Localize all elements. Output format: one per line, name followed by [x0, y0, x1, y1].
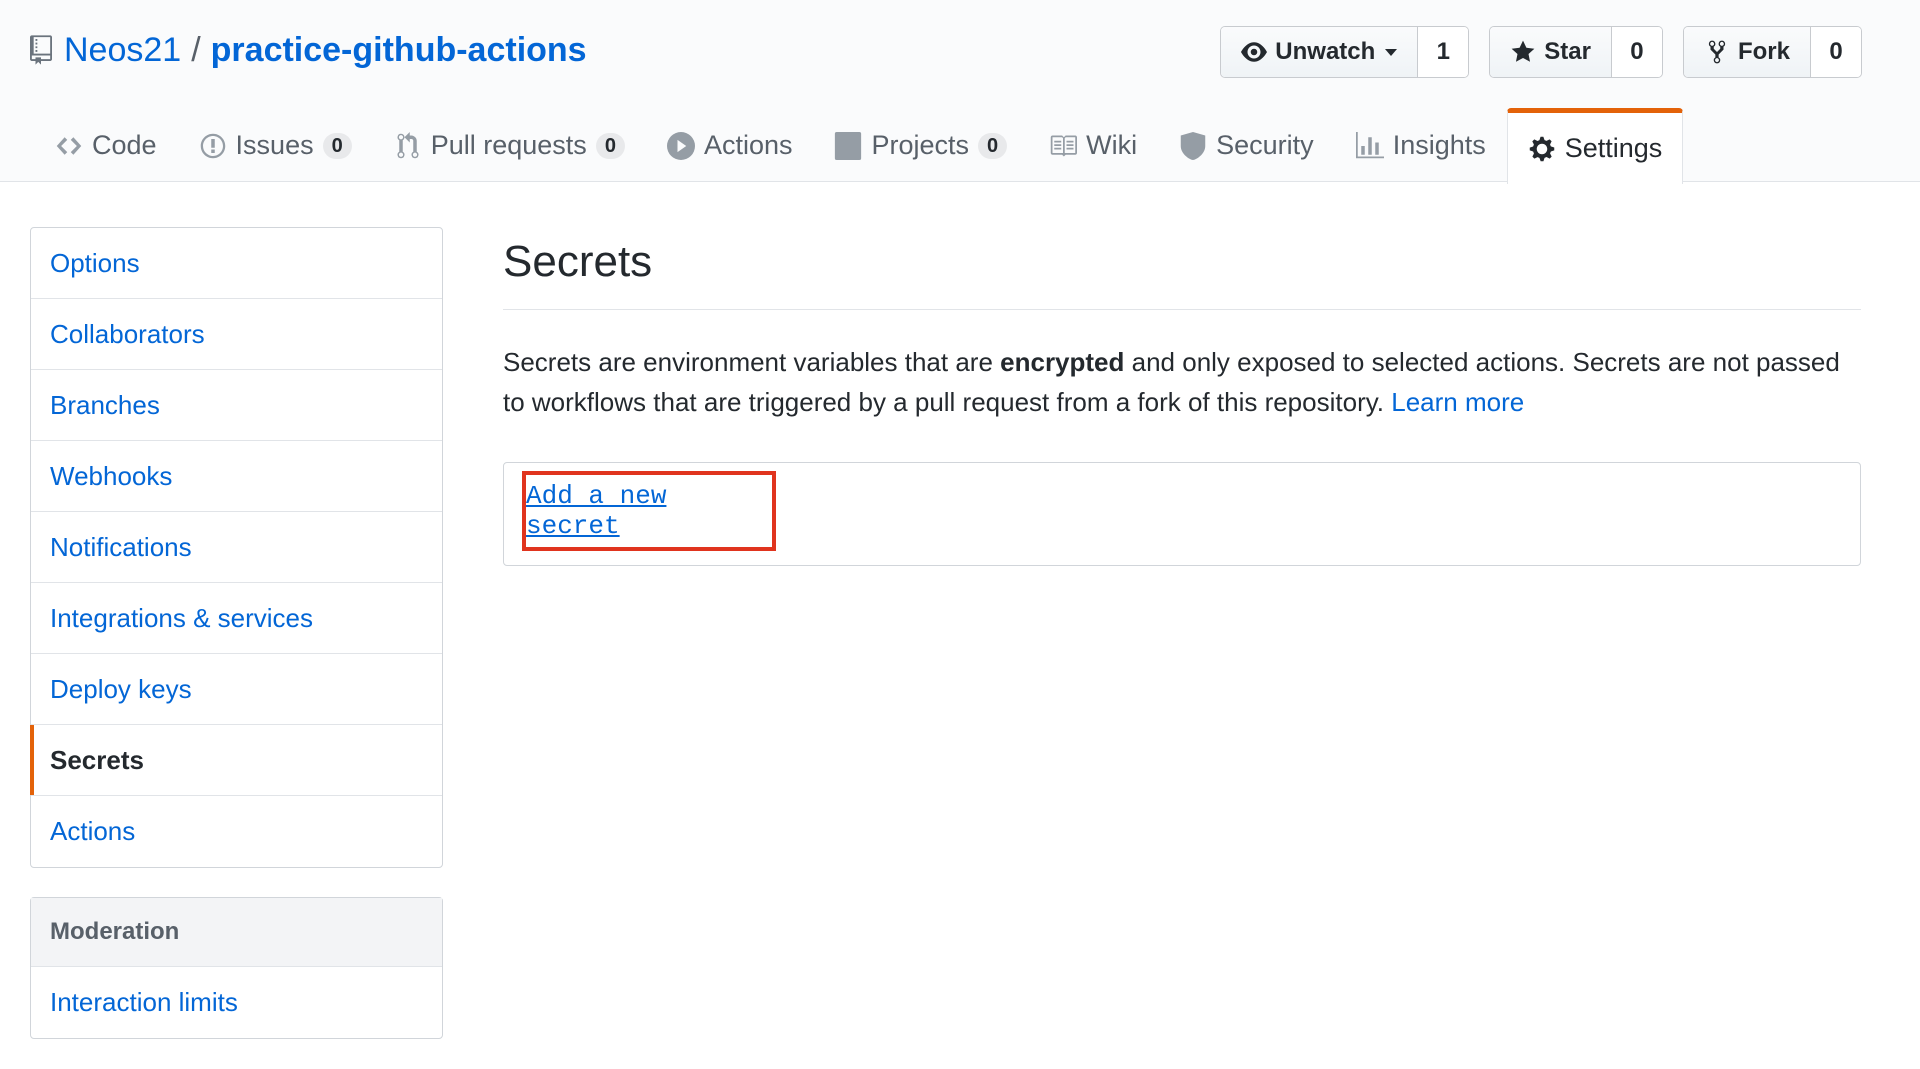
tab-pull-requests-label: Pull requests — [430, 130, 587, 160]
issues-counter: 0 — [322, 132, 352, 159]
sidebar-item-options[interactable]: Options — [31, 228, 442, 299]
chevron-down-icon — [1385, 48, 1398, 56]
sidebar-item-interaction-limits[interactable]: Interaction limits — [31, 967, 442, 1038]
star-count[interactable]: 0 — [1611, 27, 1662, 77]
tab-issues[interactable]: Issues 0 — [178, 107, 373, 183]
tab-actions-label: Actions — [703, 130, 793, 160]
moderation-menu: Moderation Interaction limits — [30, 897, 443, 1039]
repo-owner-link[interactable]: Neos21 — [64, 31, 181, 70]
tab-security[interactable]: Security — [1158, 107, 1335, 183]
repo-header: Neos21 / practice-github-actions Unwatch… — [0, 0, 1920, 184]
watch-group: Unwatch 1 — [1220, 26, 1470, 78]
tab-projects-label: Projects — [871, 130, 970, 160]
repo-title: Neos21 / practice-github-actions — [30, 28, 587, 72]
tab-security-label: Security — [1216, 130, 1314, 160]
pull-request-icon — [397, 131, 419, 158]
sidebar-item-actions[interactable]: Actions — [31, 796, 442, 867]
page-title: Secrets — [503, 237, 653, 286]
fork-group: Fork 0 — [1682, 26, 1862, 78]
repo-separator: / — [191, 30, 201, 69]
unwatch-label: Unwatch — [1275, 38, 1376, 65]
tab-pull-requests[interactable]: Pull requests 0 — [373, 107, 646, 183]
star-group: Star 0 — [1489, 26, 1663, 78]
fork-button[interactable]: Fork — [1683, 27, 1811, 77]
eye-icon — [1241, 42, 1268, 62]
description-text-1: Secrets are environment variables that a… — [503, 347, 1001, 377]
code-icon — [56, 136, 82, 155]
tab-insights[interactable]: Insights — [1335, 107, 1507, 183]
projects-counter: 0 — [978, 132, 1008, 159]
play-icon — [666, 131, 695, 160]
main-content: Secrets Secrets are environment variable… — [503, 230, 1861, 566]
add-new-secret-link[interactable]: Add a new secret — [526, 481, 772, 541]
repo-name-link[interactable]: practice-github-actions — [211, 31, 587, 70]
tab-settings-label: Settings — [1564, 133, 1663, 163]
watch-count[interactable]: 1 — [1418, 27, 1469, 77]
pull-requests-counter: 0 — [595, 132, 625, 159]
fork-count[interactable]: 0 — [1811, 27, 1861, 77]
secrets-box: Add a new secret — [503, 462, 1861, 566]
star-icon — [1511, 40, 1535, 62]
fork-label: Fork — [1737, 38, 1790, 65]
tab-code[interactable]: Code — [34, 107, 178, 183]
tab-issues-label: Issues — [235, 130, 314, 160]
sidebar-item-notifications[interactable]: Notifications — [31, 512, 442, 583]
fork-icon — [1708, 40, 1726, 64]
description-bold: encrypted — [1000, 347, 1125, 377]
sidebar-item-collaborators[interactable]: Collaborators — [31, 299, 442, 370]
gear-icon — [1529, 136, 1554, 161]
repo-icon — [30, 35, 52, 65]
issue-icon — [200, 133, 225, 158]
learn-more-link[interactable]: Learn more — [1391, 387, 1524, 417]
star-label: Star — [1544, 38, 1591, 65]
tab-projects[interactable]: Projects 0 — [813, 107, 1028, 183]
secrets-description: Secrets are environment variables that a… — [503, 342, 1861, 422]
settings-menu: Options Collaborators Branches Webhooks … — [30, 227, 443, 868]
sidebar-item-integrations[interactable]: Integrations & services — [31, 583, 442, 654]
repo-actions: Unwatch 1 Star 0 Fork 0 — [1220, 26, 1862, 78]
sidebar-item-deploy-keys[interactable]: Deploy keys — [31, 654, 442, 725]
sidebar-item-branches[interactable]: Branches — [31, 370, 442, 441]
sidebar-item-webhooks[interactable]: Webhooks — [31, 441, 442, 512]
tab-actions[interactable]: Actions — [646, 107, 814, 183]
highlight-box: Add a new secret — [522, 471, 776, 551]
project-icon — [835, 131, 862, 160]
tab-code-label: Code — [92, 130, 157, 160]
tab-wiki[interactable]: Wiki — [1028, 107, 1158, 183]
star-button[interactable]: Star — [1490, 27, 1612, 77]
graph-icon — [1355, 131, 1384, 158]
shield-icon — [1180, 131, 1206, 160]
moderation-heading: Moderation — [31, 898, 442, 967]
unwatch-button[interactable]: Unwatch — [1221, 27, 1419, 77]
book-icon — [1050, 135, 1078, 156]
tab-settings[interactable]: Settings — [1506, 108, 1684, 184]
repo-nav: Code Issues 0 Pull requests 0 Actions Pr… — [34, 107, 1684, 184]
subhead: Secrets — [503, 230, 1861, 310]
tab-insights-label: Insights — [1392, 130, 1486, 160]
tab-wiki-label: Wiki — [1086, 130, 1138, 160]
sidebar-item-secrets[interactable]: Secrets — [30, 725, 442, 796]
